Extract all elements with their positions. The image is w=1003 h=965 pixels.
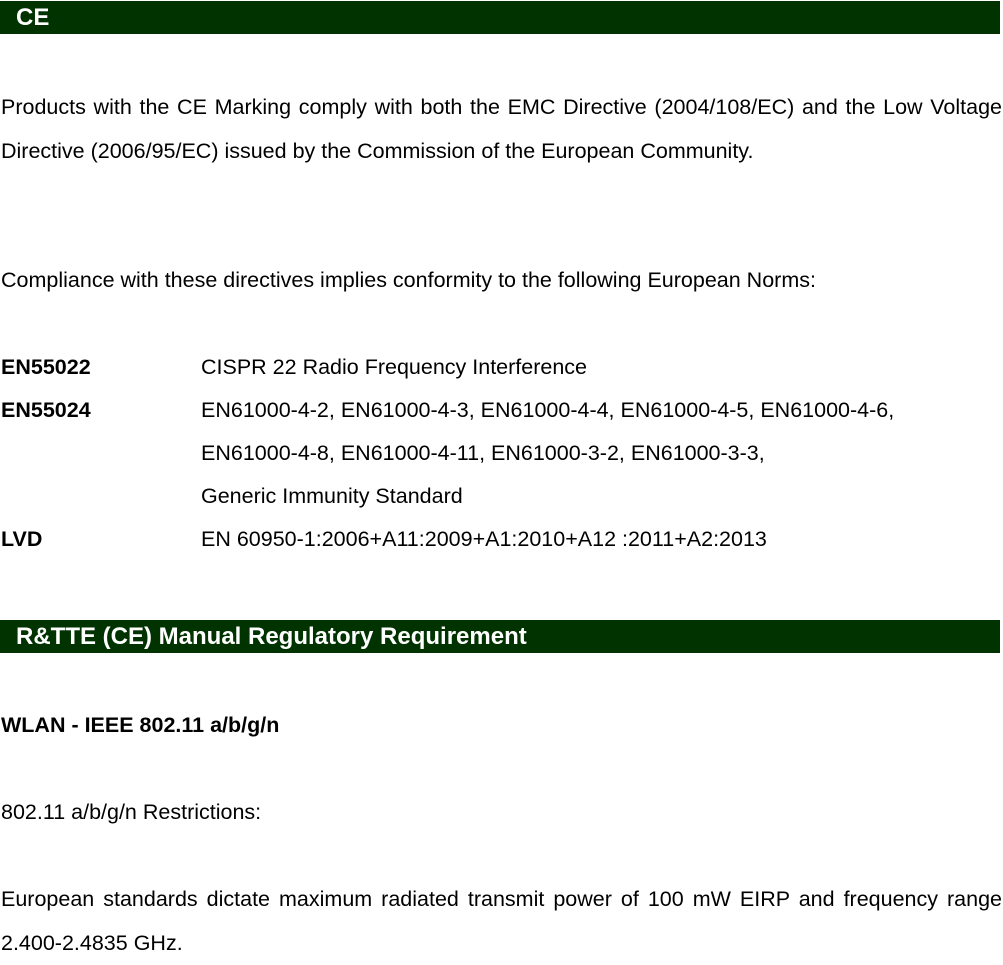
norm-description: EN61000-4-8, EN61000-4-11, EN61000-3-2, … [201, 441, 765, 465]
ce-section-heading: CE [0, 1, 1000, 34]
compliance-paragraph: Compliance with these directives implies… [1, 268, 816, 292]
norm-description: EN61000-4-2, EN61000-4-3, EN61000-4-4, E… [201, 398, 895, 422]
norm-description: EN 60950-1:2006+A11:2009+A1:2010+A12 :20… [201, 527, 767, 551]
ce-intro-paragraph: Products with the CE Marking comply with… [1, 95, 1002, 163]
norm-code: EN55022 [1, 355, 91, 379]
norm-code: LVD [1, 527, 43, 551]
restrictions-label: 802.11 a/b/g/n Restrictions: [1, 800, 262, 824]
rtte-section-heading: R&TTE (CE) Manual Regulatory Requirement [0, 620, 1000, 653]
wlan-title: WLAN - IEEE 802.11 a/b/g/n [1, 713, 280, 737]
norm-code: EN55024 [1, 398, 91, 422]
norm-description: CISPR 22 Radio Frequency Interference [201, 355, 588, 379]
norm-description: Generic Immunity Standard [201, 484, 463, 508]
power-paragraph: European standards dictate maximum radia… [1, 887, 1002, 955]
